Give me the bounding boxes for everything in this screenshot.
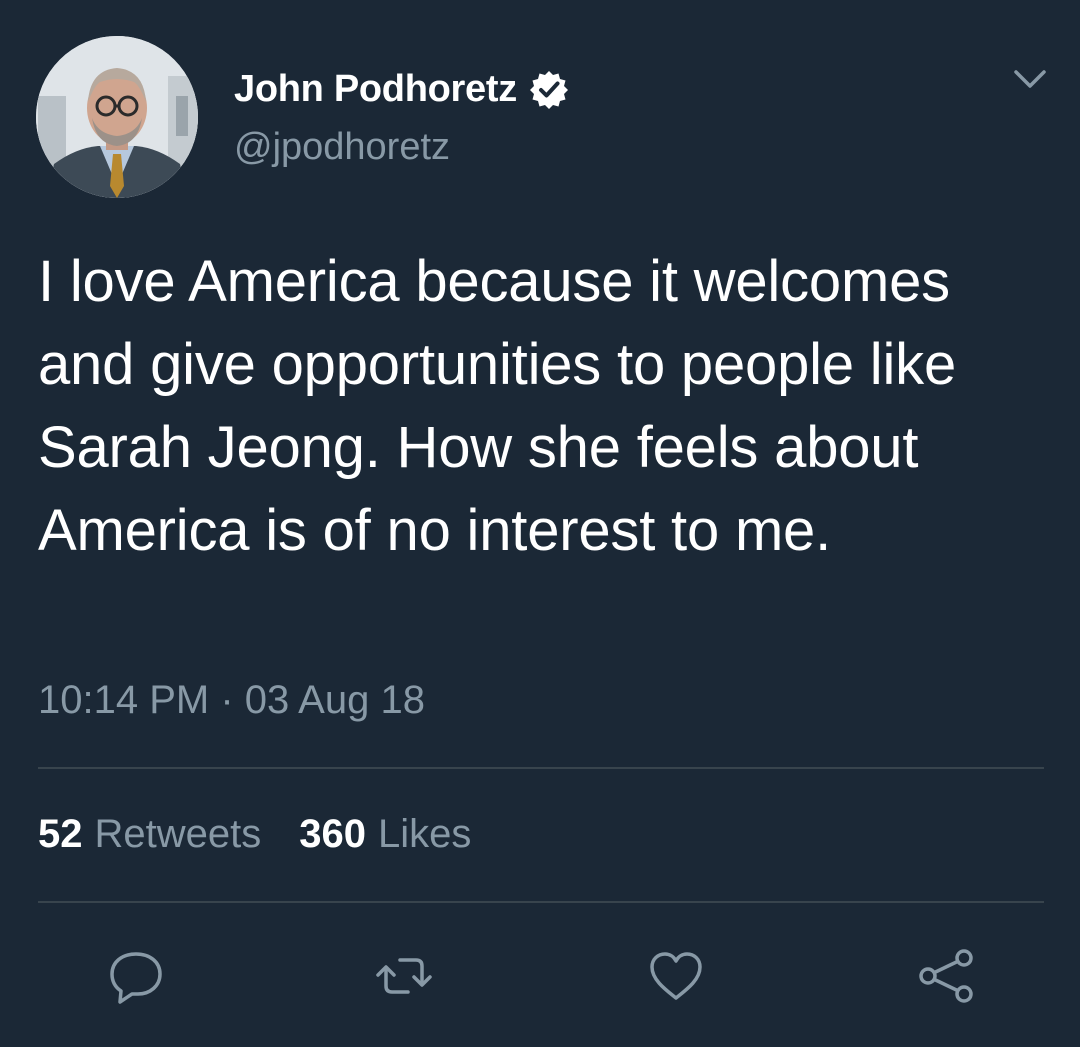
- likes-label: Likes: [378, 812, 472, 856]
- retweets-stat[interactable]: 52 Retweets: [38, 812, 261, 857]
- author-handle[interactable]: @jpodhoretz: [234, 126, 450, 169]
- tweet-stats: 52 Retweets 360 Likes: [38, 812, 509, 857]
- likes-count: 360: [299, 812, 366, 856]
- retweets-label: Retweets: [94, 812, 262, 856]
- tweet-detail: John Podhoretz @jpodhoretz I love Americ…: [0, 0, 1080, 1047]
- retweet-icon[interactable]: [372, 944, 436, 1008]
- share-icon[interactable]: [914, 944, 978, 1008]
- avatar[interactable]: [36, 36, 198, 198]
- chevron-down-icon[interactable]: [1010, 62, 1050, 98]
- likes-stat[interactable]: 360 Likes: [299, 812, 471, 857]
- author-name[interactable]: John Podhoretz: [234, 68, 517, 111]
- author-name-row[interactable]: John Podhoretz: [234, 64, 569, 114]
- reply-icon[interactable]: [104, 944, 168, 1008]
- retweets-count: 52: [38, 812, 83, 856]
- verified-badge-icon: [529, 69, 569, 109]
- tweet-text: I love America because it welcomes and g…: [38, 249, 957, 563]
- like-icon[interactable]: [644, 944, 708, 1008]
- tweet-timestamp[interactable]: 10:14 PM · 03 Aug 18: [38, 678, 425, 723]
- divider: [38, 901, 1044, 903]
- divider: [38, 767, 1044, 769]
- avatar-photo: [36, 36, 198, 198]
